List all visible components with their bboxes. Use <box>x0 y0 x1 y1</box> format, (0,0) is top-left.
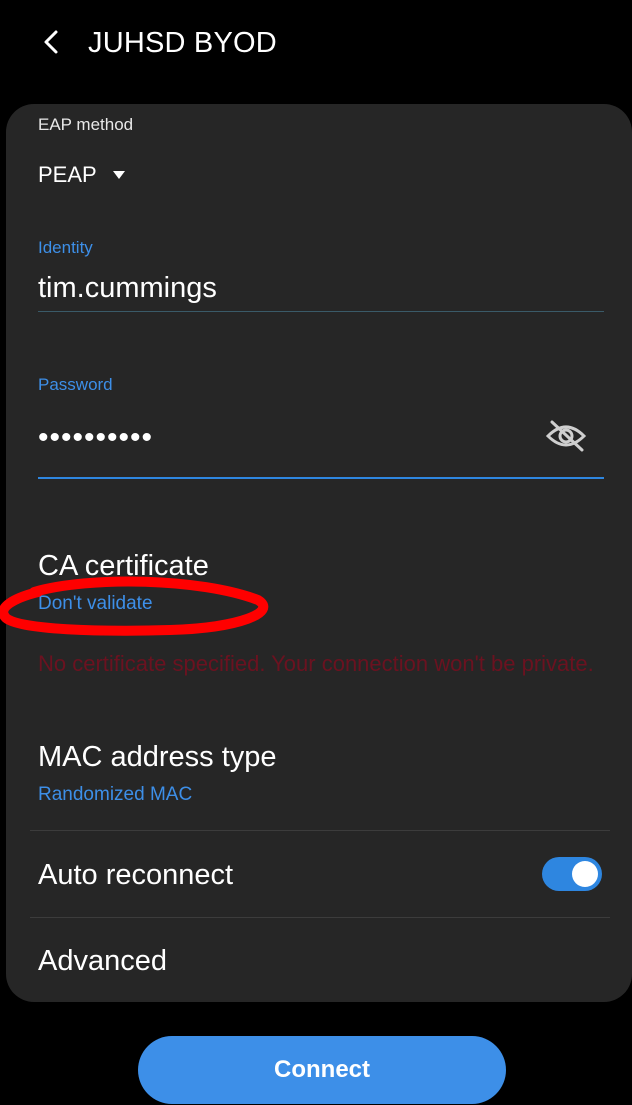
eap-method-dropdown[interactable]: PEAP <box>38 158 125 192</box>
connect-button[interactable]: Connect <box>138 1036 506 1104</box>
eye-off-icon <box>545 420 587 452</box>
identity-field[interactable] <box>38 265 604 312</box>
ca-certificate-value[interactable]: Don't validate <box>38 592 153 616</box>
mac-address-type-title: MAC address type <box>38 741 277 773</box>
back-button[interactable] <box>34 22 70 62</box>
identity-label: Identity <box>38 238 93 257</box>
eap-method-value: PEAP <box>38 162 97 187</box>
app-bar: JUHSD BYOD <box>0 0 632 90</box>
ca-certificate-title: CA certificate <box>38 550 209 582</box>
password-underline <box>38 477 604 479</box>
chevron-left-icon <box>44 30 58 54</box>
caret-down-icon <box>112 171 125 179</box>
password-visibility-toggle[interactable] <box>540 414 592 458</box>
mac-address-type-value: Randomized MAC <box>38 784 193 805</box>
password-field[interactable] <box>38 416 538 460</box>
auto-reconnect-label: Auto reconnect <box>38 859 234 891</box>
page-title: JUHSD BYOD <box>88 27 277 59</box>
toggle-knob <box>572 861 598 887</box>
ca-certificate-warning: No certificate specified. Your connectio… <box>38 651 594 676</box>
auto-reconnect-toggle[interactable] <box>542 857 602 891</box>
password-label: Password <box>38 375 113 394</box>
eap-method-label: EAP method <box>38 115 134 134</box>
advanced-label: Advanced <box>38 945 167 977</box>
